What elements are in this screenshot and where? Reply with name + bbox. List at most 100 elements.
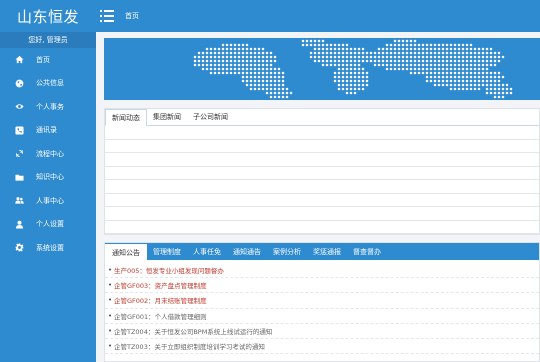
map-dot [333, 63, 337, 67]
map-dot [349, 83, 353, 87]
map-dot [353, 71, 357, 75]
map-dot [465, 83, 469, 87]
map-dot [473, 55, 477, 59]
sidebar-item-contacts[interactable]: 通讯录 [0, 119, 96, 143]
map-dot [477, 71, 481, 75]
map-dot [261, 71, 265, 75]
map-dot [217, 63, 221, 67]
list-item[interactable]: • 生产005：恒发专业小组发现问题督办 [105, 263, 539, 279]
map-dot [349, 59, 353, 63]
map-dot [421, 47, 425, 51]
list-item[interactable]: • 企管GF002：月末结账管理制度 [105, 293, 539, 309]
map-dot [337, 59, 341, 63]
sidebar-item-workflow[interactable]: 流程中心 [0, 142, 96, 166]
map-dot [493, 71, 497, 75]
map-dot [417, 67, 421, 71]
map-dot [453, 71, 457, 75]
map-dot [425, 43, 429, 47]
map-dot [269, 59, 273, 63]
map-dot [233, 55, 237, 59]
notice-title[interactable]: 企管GF003：资产盘点管理制度 [114, 280, 207, 290]
map-dot [413, 47, 417, 51]
map-dot [469, 63, 473, 67]
map-dot [465, 55, 469, 59]
map-dot [257, 75, 261, 79]
map-dot [449, 51, 453, 55]
user-icon [14, 219, 24, 229]
map-dot [461, 79, 465, 83]
map-dot [405, 63, 409, 67]
map-dot [241, 59, 245, 63]
tab-supervision[interactable]: 督查督办 [347, 243, 387, 260]
list-item[interactable]: • 企管GF003：资产盘点管理制度 [105, 278, 539, 294]
map-dot [445, 83, 449, 87]
map-dot [385, 51, 389, 55]
tab-circulars[interactable]: 通知通告 [227, 243, 267, 260]
map-dot [485, 47, 489, 51]
tab-appointments[interactable]: 人事任免 [187, 243, 227, 260]
map-dot [425, 79, 429, 83]
sidebar-item-knowledge[interactable]: 知识中心 [0, 166, 96, 190]
map-dot [497, 51, 501, 55]
menu-toggle-icon[interactable] [100, 10, 114, 22]
map-dot [441, 51, 445, 55]
map-dot [493, 79, 497, 83]
tab-rewards-penalties[interactable]: 奖惩通报 [307, 243, 347, 260]
map-dot [413, 39, 417, 43]
map-dot [505, 83, 509, 87]
sidebar-item-system-settings[interactable]: 系统设置 [0, 236, 96, 260]
notice-title[interactable]: 企管GF002：月末结账管理制度 [114, 295, 207, 305]
map-dot [449, 67, 453, 71]
notice-title[interactable]: 企管TZ003：关于立即组织制度培训学习考试的通知 [114, 341, 265, 351]
list-item[interactable]: • 企管TZ003：关于立即组织制度培训学习考试的通知 [105, 339, 539, 355]
map-dot [257, 47, 261, 51]
map-dot [481, 67, 485, 71]
map-dot [505, 91, 509, 95]
map-dot [405, 47, 409, 51]
tab-case-analysis[interactable]: 案例分析 [267, 243, 307, 260]
map-dot [485, 67, 489, 71]
sidebar-item-home[interactable]: 首页 [0, 48, 96, 72]
map-dot [345, 75, 349, 79]
sidebar-item-public-info[interactable]: 公共信息 [0, 72, 96, 96]
map-dot [425, 71, 429, 75]
map-dot [353, 75, 357, 79]
map-dot [193, 55, 197, 59]
list-item[interactable]: • 企管TZ004：关于恒发公司BPM系统上线试运行的通知 [105, 324, 539, 339]
map-dot [469, 71, 473, 75]
sidebar-item-hr[interactable]: 人事中心 [0, 189, 96, 213]
sidebar-item-personal-settings[interactable]: 个人设置 [0, 213, 96, 237]
map-dot [249, 83, 253, 87]
map-dot [401, 55, 405, 59]
map-dot [381, 51, 385, 55]
list-item[interactable]: • 企管GF001：个人借款管理细则 [105, 309, 539, 324]
map-dot [249, 47, 253, 51]
map-dot [225, 63, 229, 67]
tab-notices[interactable]: 通知公告 [105, 244, 147, 261]
map-dot [205, 67, 209, 71]
sidebar-item-personal-affairs[interactable]: 个人事务 [0, 95, 96, 119]
sidebar-item-label: 首页 [36, 55, 50, 64]
tab-news-dynamics[interactable]: 新闻动态 [105, 109, 147, 126]
map-dot [489, 59, 493, 63]
tab-group-news[interactable]: 集团新闻 [147, 108, 187, 125]
tab-subsidiary-news[interactable]: 子公司新闻 [187, 108, 234, 125]
map-dot [505, 87, 509, 91]
map-dot [493, 59, 497, 63]
map-dot [313, 55, 317, 59]
breadcrumb[interactable]: 首页 [125, 11, 139, 21]
map-dot [229, 63, 233, 67]
map-dot [245, 63, 249, 67]
map-dot [221, 47, 225, 51]
map-dot [409, 51, 413, 55]
map-dot [409, 55, 413, 59]
map-dot [341, 75, 345, 79]
map-dot [437, 59, 441, 63]
map-dot [501, 91, 505, 95]
tab-management-rules[interactable]: 管理制度 [147, 243, 187, 260]
map-dot [221, 51, 225, 55]
map-dot [237, 51, 241, 55]
notice-title[interactable]: 企管GF001：个人借款管理细则 [114, 311, 207, 321]
notice-title[interactable]: 生产005：恒发专业小组发现问题督办 [114, 265, 224, 275]
notice-title[interactable]: 企管TZ004：关于恒发公司BPM系统上线试运行的通知 [114, 326, 272, 336]
